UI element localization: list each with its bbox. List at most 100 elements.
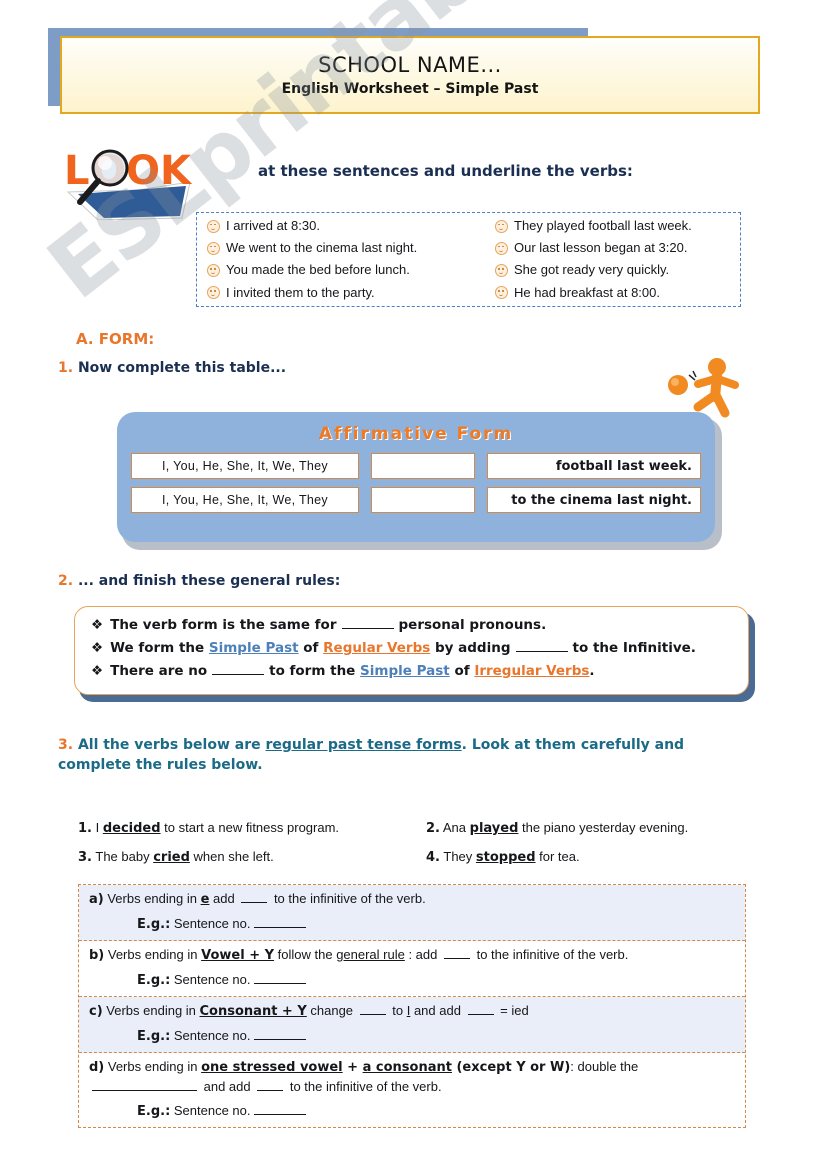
example-verb: cried bbox=[153, 850, 190, 865]
example-number: 4. bbox=[426, 850, 440, 865]
rule-a-p1: Verbs ending in bbox=[107, 891, 201, 906]
list-item: 4. They stopped for tea. bbox=[426, 849, 580, 865]
list-item: We went to the cinema last night. bbox=[207, 240, 495, 255]
eg-text: Sentence no. bbox=[173, 1102, 251, 1118]
rule-c-p4: and add bbox=[410, 1003, 465, 1019]
rule-b-p2: follow the bbox=[274, 947, 337, 963]
pronouns-cell: I, You, He, She, It, We, They bbox=[131, 487, 359, 513]
list-item: He had breakfast at 8:00. bbox=[495, 284, 730, 300]
rule-3-blank[interactable] bbox=[212, 674, 265, 675]
sentence-text: I arrived at 8:30. bbox=[226, 218, 320, 233]
rule-c-label: c) bbox=[89, 1004, 103, 1020]
exercise-3-underlined: regular past tense forms bbox=[265, 737, 462, 753]
rule-c-p1: Verbs ending in bbox=[106, 1003, 200, 1019]
eg-blank[interactable] bbox=[253, 1113, 306, 1115]
table-row: I, You, He, She, It, We, They to the cin… bbox=[131, 487, 701, 513]
rule-d-plus: + bbox=[342, 1060, 363, 1076]
example-post: to start a new fitness program. bbox=[160, 820, 340, 835]
verb-answer-input[interactable] bbox=[371, 487, 475, 513]
rule-3-part-b: to form the bbox=[269, 663, 356, 679]
smiley-icon bbox=[207, 241, 220, 255]
rule-b-label: b) bbox=[89, 948, 105, 964]
rule-2-part-a: We form the bbox=[110, 640, 205, 656]
svg-text:L: L bbox=[64, 148, 90, 194]
example-post: when she left. bbox=[189, 849, 274, 864]
rule-a-p2: add bbox=[209, 891, 239, 906]
eg-blank[interactable] bbox=[253, 982, 306, 984]
smiley-icon bbox=[495, 219, 508, 233]
sentence-text: He had breakfast at 8:00. bbox=[514, 284, 660, 300]
rule-d-p3: and add bbox=[200, 1078, 255, 1094]
rule-1-blank[interactable] bbox=[341, 628, 394, 629]
eg-blank[interactable] bbox=[253, 926, 306, 928]
rule-d-label: d) bbox=[89, 1060, 105, 1076]
rule-b-p3: : add bbox=[404, 947, 441, 963]
rule-d-keyword-1: one stressed vowel bbox=[201, 1060, 343, 1076]
rule-d-text: d) Verbs ending in one stressed vowel + … bbox=[89, 1058, 735, 1097]
section-a-heading: A. FORM: bbox=[76, 330, 155, 348]
diamond-bullet-icon: ❖ bbox=[91, 617, 104, 633]
list-item: Our last lesson began at 3:20. bbox=[495, 240, 730, 256]
eg-text: Sentence no. bbox=[173, 971, 251, 987]
example-pre: They bbox=[443, 849, 476, 864]
rule-2-blank[interactable] bbox=[515, 651, 568, 652]
look-magnifier-logo: L O O K bbox=[64, 148, 193, 220]
rule-c-p5: = ied bbox=[496, 1003, 529, 1019]
rule-a-blank[interactable] bbox=[241, 902, 268, 903]
rule-d-blank-2[interactable] bbox=[257, 1089, 284, 1091]
smiley-icon bbox=[495, 286, 508, 300]
rule-c-blank-2[interactable] bbox=[467, 1014, 494, 1016]
eg-label: E.g.: bbox=[137, 1103, 171, 1119]
rule-b-p1: Verbs ending in bbox=[107, 947, 202, 963]
rule-c-p2: change bbox=[306, 1003, 357, 1019]
exercise-1-instruction: 1. Now complete this table... bbox=[58, 360, 286, 376]
example-sentences: 1. I decided to start a new fitness prog… bbox=[78, 820, 758, 878]
rule-1-part-b: personal pronouns. bbox=[398, 617, 547, 633]
rule-3-of: of bbox=[454, 663, 470, 679]
list-item: She got ready very quickly. bbox=[495, 263, 730, 277]
exercise-2-number: 2. bbox=[58, 573, 74, 589]
exercise-3-instruction: 3. All the verbs below are regular past … bbox=[58, 735, 718, 776]
worksheet-page: ESLprintables.com SCHOOL NAME... English… bbox=[0, 0, 821, 1169]
affirmative-form-table: Affirmative Form I, You, He, She, It, We… bbox=[117, 412, 715, 542]
rule-d-p4: to the infinitive of the verb. bbox=[286, 1078, 442, 1094]
exercise-3-text-a: All the verbs below are bbox=[77, 737, 266, 753]
sentences-box: I arrived at 8:30. We went to the cinema… bbox=[196, 212, 741, 307]
rule-d-p1: Verbs ending in bbox=[107, 1059, 202, 1075]
exercise-2-instruction: 2. ... and finish these general rules: bbox=[58, 573, 340, 589]
sentence-text: Our last lesson began at 3:20. bbox=[514, 240, 688, 256]
general-rules-box: ❖ The verb form is the same for personal… bbox=[74, 606, 749, 695]
sentence-tail-cell: to the cinema last night. bbox=[487, 487, 701, 513]
look-instruction-row: L O O K at these sentences and underline… bbox=[60, 140, 760, 220]
pronouns-cell: I, You, He, She, It, We, They bbox=[131, 453, 359, 479]
table-row: a) Verbs ending in e add to the infiniti… bbox=[79, 885, 745, 942]
rule-b-example: E.g.: Sentence no. bbox=[89, 971, 735, 990]
example-number: 1. bbox=[78, 821, 92, 836]
example-verb: stopped bbox=[475, 850, 536, 865]
example-verb: played bbox=[469, 821, 519, 836]
example-verb: decided bbox=[102, 821, 161, 836]
rule-b-blank[interactable] bbox=[443, 958, 470, 960]
exercise-1-text: Now complete this table... bbox=[77, 360, 287, 376]
exercise-3-number: 3. bbox=[58, 737, 74, 753]
example-number: 3. bbox=[78, 850, 92, 865]
table-row: d) Verbs ending in one stressed vowel + … bbox=[79, 1053, 745, 1127]
rule-line-2: ❖ We form the Simple Past of Regular Ver… bbox=[91, 640, 732, 656]
rule-line-1: ❖ The verb form is the same for personal… bbox=[91, 617, 732, 633]
sentences-column-left: I arrived at 8:30. We went to the cinema… bbox=[207, 218, 495, 300]
smiley-icon bbox=[495, 264, 508, 278]
diamond-bullet-icon: ❖ bbox=[91, 663, 104, 679]
eg-label: E.g.: bbox=[137, 916, 171, 932]
sentences-column-right: They played football last week. Our last… bbox=[495, 218, 730, 300]
verb-answer-input[interactable] bbox=[371, 453, 475, 479]
eg-blank[interactable] bbox=[253, 1038, 306, 1040]
svg-text:K: K bbox=[160, 148, 193, 194]
list-item: 1. I decided to start a new fitness prog… bbox=[78, 820, 426, 836]
page-title: SCHOOL NAME... bbox=[318, 53, 502, 77]
rule-c-blank-1[interactable] bbox=[359, 1014, 386, 1016]
rule-2-part-b: by adding bbox=[435, 640, 511, 656]
rule-d-blank-1[interactable] bbox=[92, 1089, 197, 1091]
rule-c-text: c) Verbs ending in Consonant + Y change … bbox=[89, 1002, 735, 1022]
rule-a-example: E.g.: Sentence no. bbox=[89, 915, 735, 934]
rule-2-part-c: to the Infinitive. bbox=[572, 640, 696, 656]
